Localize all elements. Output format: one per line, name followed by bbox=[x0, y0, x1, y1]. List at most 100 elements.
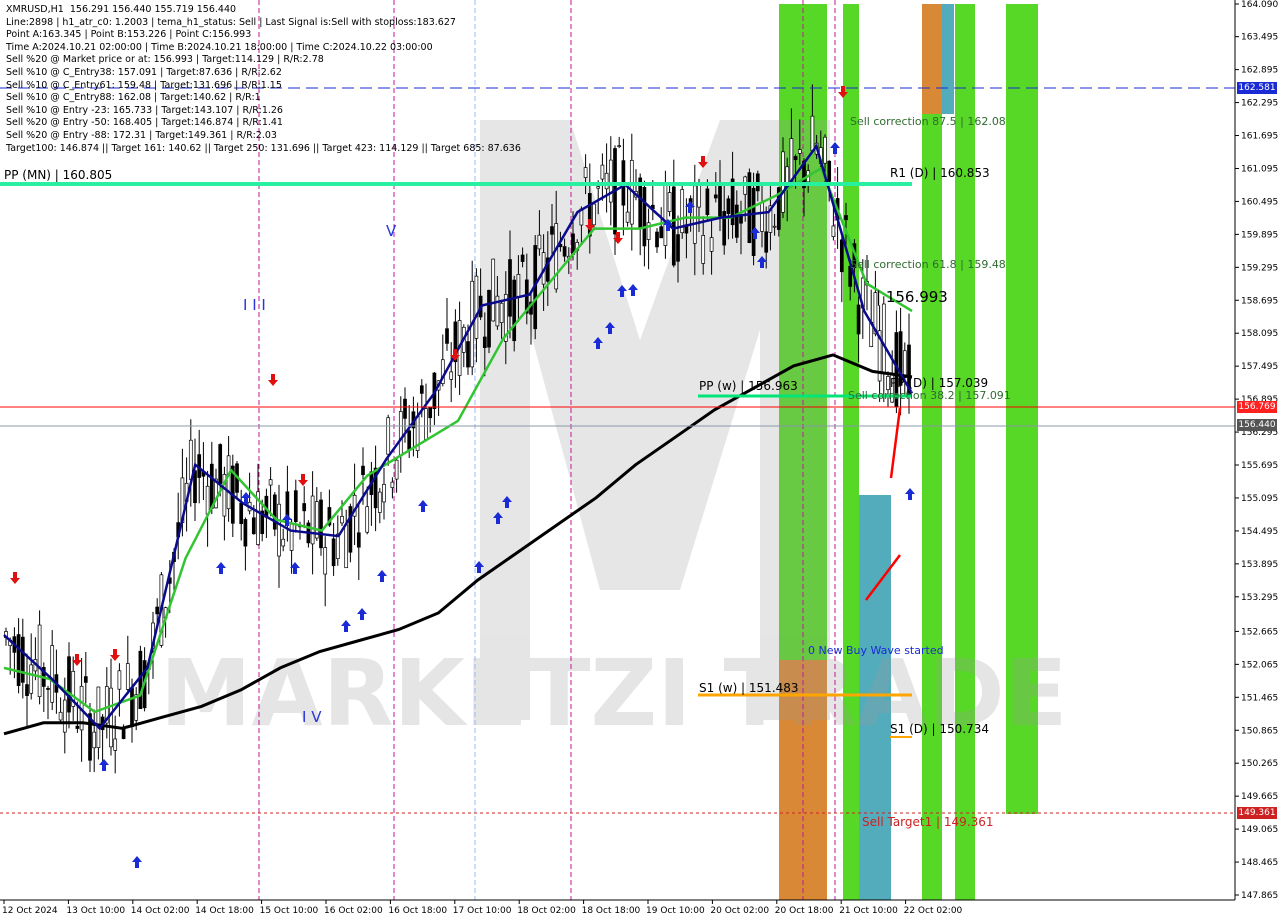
candle-body bbox=[281, 538, 286, 547]
candle-body bbox=[751, 187, 756, 256]
y-tick-label: 152.665 bbox=[1241, 627, 1278, 637]
candle-body bbox=[550, 226, 554, 235]
candle-body bbox=[856, 304, 861, 335]
candle-body bbox=[562, 246, 567, 257]
candle-body bbox=[827, 160, 832, 182]
candle-body bbox=[75, 725, 80, 729]
y-tick-label: 162.895 bbox=[1241, 66, 1278, 76]
candle-body bbox=[554, 223, 559, 290]
candle-body bbox=[659, 226, 664, 239]
candle-body bbox=[764, 231, 769, 253]
candle-body bbox=[520, 254, 525, 262]
candle-body bbox=[251, 517, 256, 535]
y-tick-label: 147.865 bbox=[1241, 891, 1278, 901]
candle-body bbox=[772, 225, 777, 228]
candle-body bbox=[113, 738, 118, 751]
candle-body bbox=[398, 411, 403, 457]
candle-body bbox=[344, 524, 349, 569]
candle-body bbox=[608, 159, 613, 203]
x-tick-label: 14 Oct 18:00 bbox=[195, 906, 254, 916]
candle-body bbox=[419, 385, 424, 394]
candle-body bbox=[209, 463, 214, 509]
x-tick-label: 22 Oct 02:00 bbox=[904, 906, 963, 916]
candle-body bbox=[499, 302, 504, 323]
x-tick-label: 21 Oct 10:00 bbox=[839, 906, 898, 916]
candle-body bbox=[797, 149, 802, 154]
y-tick-label: 149.065 bbox=[1241, 825, 1278, 835]
candle-body bbox=[188, 439, 193, 480]
label-pp-w: PP (w) | 156.963 bbox=[699, 379, 798, 393]
candle-body bbox=[823, 136, 827, 164]
candle-body bbox=[709, 237, 714, 252]
label-new-buy-wave: 0 New Buy Wave started bbox=[808, 644, 944, 657]
y-tick-label: 161.695 bbox=[1241, 132, 1278, 142]
candle-body bbox=[130, 687, 134, 728]
candle-body bbox=[386, 417, 391, 455]
candle-body bbox=[20, 636, 25, 683]
candle-body bbox=[226, 455, 231, 510]
wave-label-iii: I I I bbox=[243, 296, 266, 314]
candle-body bbox=[642, 187, 647, 247]
candle-body bbox=[739, 215, 743, 224]
price-tag-target: 149.361 bbox=[1237, 807, 1277, 819]
candle-body bbox=[604, 172, 609, 190]
label-r1-d: R1 (D) | 160.853 bbox=[890, 166, 990, 180]
label-sell-corr-875: Sell correction 87.5 | 162.08 bbox=[850, 115, 1006, 128]
y-tick-label: 157.495 bbox=[1241, 362, 1278, 372]
y-tick-label: 158.695 bbox=[1241, 296, 1278, 306]
y-tick-label: 153.895 bbox=[1241, 560, 1278, 570]
label-c-level: | 156.993 bbox=[876, 288, 948, 306]
candle-body bbox=[449, 371, 454, 380]
candle-body bbox=[902, 350, 907, 379]
candle-body bbox=[323, 547, 328, 575]
candle-body bbox=[491, 258, 496, 322]
info-line: Sell %10 @ C_Entry88: 162.08 | Target:14… bbox=[6, 92, 261, 104]
candle-body bbox=[382, 483, 386, 503]
label-sell-target1: Sell Target1 | 149.361 bbox=[862, 815, 994, 829]
x-tick-label: 16 Oct 18:00 bbox=[388, 906, 447, 916]
candle-body bbox=[789, 138, 794, 184]
candle-body bbox=[243, 519, 248, 547]
candle-body bbox=[881, 303, 886, 373]
candle-body bbox=[508, 259, 512, 317]
candle-body bbox=[361, 465, 365, 476]
y-tick-label: 148.465 bbox=[1241, 858, 1278, 868]
candle-body bbox=[125, 663, 130, 690]
candle-body bbox=[365, 506, 370, 533]
label-s1-w: S1 (w) | 151.483 bbox=[699, 681, 799, 695]
wave-label-v: V bbox=[386, 222, 397, 240]
candle-body bbox=[487, 289, 491, 348]
label-pp-d: PP (D) | 157.039 bbox=[890, 376, 989, 390]
candle-body bbox=[760, 202, 764, 232]
candle-body bbox=[839, 239, 844, 273]
candle-body bbox=[62, 699, 67, 733]
candle-body bbox=[277, 503, 281, 557]
candle-body bbox=[466, 341, 470, 368]
info-line: Target100: 146.874 || Target 161: 140.62… bbox=[6, 142, 521, 154]
y-tick-label: 164.090 bbox=[1241, 0, 1278, 10]
candle-body bbox=[844, 215, 848, 221]
candle-body bbox=[319, 499, 323, 549]
candle-body bbox=[67, 656, 71, 713]
y-tick-label: 153.295 bbox=[1241, 593, 1278, 603]
y-tick-label: 154.495 bbox=[1241, 527, 1278, 537]
info-line: Sell %20 @ Entry -88: 172.31 | Target:14… bbox=[6, 129, 277, 141]
candle-body bbox=[831, 225, 836, 237]
candle-body bbox=[474, 275, 479, 339]
candle-body bbox=[676, 234, 680, 262]
info-line: Line:2898 | h1_atr_c0: 1.2003 | tema_h1_… bbox=[6, 16, 456, 28]
candle-body bbox=[403, 398, 407, 419]
candle-body bbox=[407, 430, 412, 450]
candle-body bbox=[50, 645, 55, 703]
x-tick-label: 17 Oct 10:00 bbox=[453, 906, 512, 916]
info-line: Sell %10 @ C_Entry38: 157.091 | Target:8… bbox=[6, 66, 282, 78]
candle-body bbox=[592, 203, 596, 226]
candle-body bbox=[310, 495, 315, 545]
candle-body bbox=[25, 684, 29, 697]
label-s1-d: S1 (D) | 150.734 bbox=[890, 722, 989, 736]
label-sell-corr-618: Sell correction 61.8 | 159.48 bbox=[850, 258, 1006, 271]
y-tick-label: 152.065 bbox=[1241, 660, 1278, 670]
x-tick-label: 20 Oct 18:00 bbox=[775, 906, 834, 916]
candle-body bbox=[671, 186, 676, 266]
y-tick-label: 150.265 bbox=[1241, 759, 1278, 769]
